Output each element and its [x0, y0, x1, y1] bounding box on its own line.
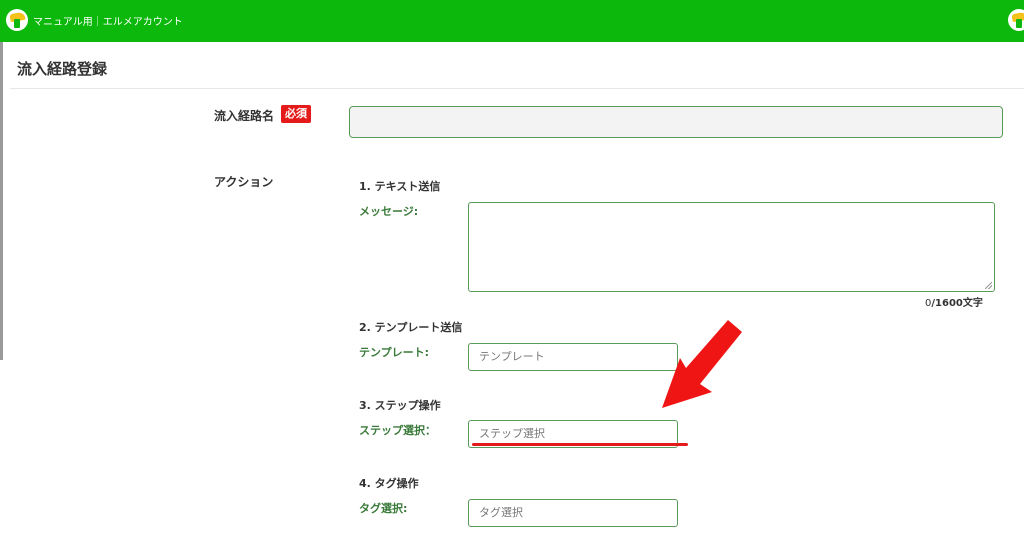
section-tag-title: 4. タグ操作: [359, 477, 419, 490]
tag-label: タグ選択:: [359, 502, 408, 515]
app-logo-icon-right[interactable]: [1008, 9, 1024, 31]
resize-handle-icon[interactable]: [985, 282, 992, 289]
action-label: アクション: [214, 175, 274, 189]
top-bar: マニュアル用｜エルメアカウント: [0, 0, 1024, 42]
divider: [10, 88, 1024, 89]
red-underline: [472, 443, 688, 446]
char-count-max: /1600文字: [931, 298, 983, 309]
red-arrow-icon: [662, 320, 742, 408]
sidebar-edge: [0, 42, 3, 360]
template-label: テンプレート:: [359, 346, 430, 359]
route-name-label: 流入経路名: [214, 109, 275, 123]
section-step-title: 3. ステップ操作: [359, 399, 441, 412]
account-name[interactable]: マニュアル用｜エルメアカウント: [33, 13, 183, 28]
page-title: 流入経路登録: [17, 60, 108, 78]
app-logo-icon[interactable]: [6, 9, 28, 31]
tag-select[interactable]: タグ選択: [468, 499, 678, 527]
message-textarea[interactable]: [468, 202, 995, 292]
section-template-title: 2. テンプレート送信: [359, 321, 463, 334]
required-badge: 必須: [281, 105, 311, 123]
char-counter: 0/1600文字: [925, 294, 983, 309]
step-label: ステップ選択：: [359, 424, 436, 437]
route-name-input[interactable]: [349, 106, 1003, 138]
section-text-title: 1. テキスト送信: [359, 180, 441, 193]
message-label: メッセージ:: [359, 205, 419, 218]
